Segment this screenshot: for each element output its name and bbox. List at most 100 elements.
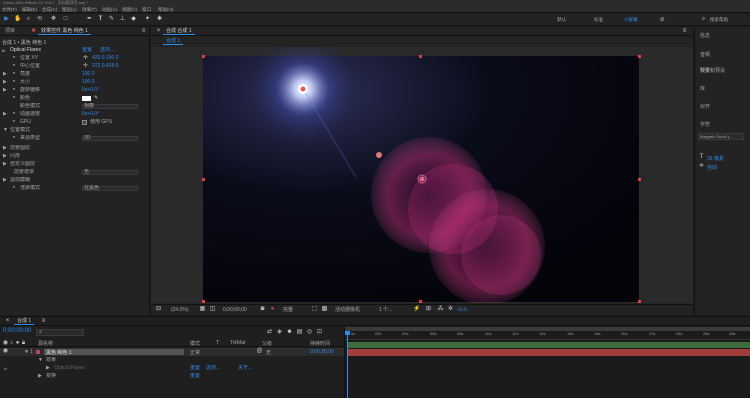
effect-row-flicker[interactable]: ▶ 闪烁: [0, 153, 150, 160]
property-value[interactable]: 100.0: [82, 79, 95, 86]
layer-track-bar[interactable]: [348, 349, 750, 356]
region-of-interest-icon[interactable]: ⬚: [311, 306, 318, 313]
workspace-standard[interactable]: 标准: [594, 17, 603, 23]
fast-preview-icon[interactable]: ⚡: [413, 306, 420, 313]
tab-effect-controls[interactable]: 效果控件 黑色 纯色 1: [38, 27, 91, 35]
options-link[interactable]: 选项...: [100, 47, 114, 54]
layer-name[interactable]: 黑色 纯色 1: [44, 349, 184, 356]
gpu-checkbox[interactable]: [82, 120, 87, 125]
column-source-name[interactable]: 源名称: [38, 340, 53, 347]
about-link[interactable]: 关于...: [238, 365, 252, 372]
font-family-dropdown[interactable]: Magneto Scroll (...: [698, 133, 744, 140]
zoom-dropdown[interactable]: (34.0%): [171, 305, 189, 315]
expand-arrow-icon[interactable]: ▶: [46, 365, 50, 372]
menu-view[interactable]: 视图(V): [122, 7, 137, 13]
playhead-handle[interactable]: [345, 331, 350, 335]
font-size-value[interactable]: 36 像素: [707, 155, 724, 162]
expand-arrow-icon[interactable]: ▶: [3, 87, 7, 94]
expand-arrow-icon[interactable]: ▶: [3, 153, 7, 160]
bounding-handle-tr[interactable]: [638, 55, 641, 58]
stopwatch-icon[interactable]: ◔: [10, 119, 17, 126]
bounding-handle-tl[interactable]: [202, 55, 205, 58]
column-mode[interactable]: 模式: [190, 340, 200, 347]
expand-arrow-icon[interactable]: ▶: [38, 373, 42, 380]
panel-item-effects-presets[interactable]: 效果和预设: [700, 67, 725, 74]
effect-row-optical-flares[interactable]: fx Optical Flares 重置 选项...: [0, 47, 150, 54]
color-swatch[interactable]: [82, 96, 91, 101]
bounding-handle-bc[interactable]: [419, 300, 422, 303]
visibility-icon[interactable]: ◉: [2, 348, 9, 355]
tab-project[interactable]: 项目: [2, 27, 18, 35]
expand-arrow-icon[interactable]: ▼: [3, 127, 8, 134]
grid-icon[interactable]: ▦: [199, 306, 206, 313]
pen-tool-icon[interactable]: ✒: [86, 16, 93, 23]
time-ruler[interactable]: 0s 02s 04s 06s 08s 10s 12s 14s 16s 18s 2…: [345, 331, 750, 340]
stopwatch-icon[interactable]: ◔: [10, 71, 17, 78]
comp-mini-flowchart-icon[interactable]: ⇄: [266, 329, 273, 336]
camera-orbit-tool-icon[interactable]: ⟲: [36, 16, 43, 23]
expand-arrow-icon[interactable]: ▼: [24, 349, 29, 355]
transparency-grid-icon[interactable]: ▩: [321, 306, 328, 313]
mask-visibility-icon[interactable]: ◫: [209, 306, 216, 313]
bounding-handle-ml[interactable]: [202, 178, 205, 181]
brush-tool-icon[interactable]: ✎: [108, 16, 115, 23]
selection-tool-icon[interactable]: ▶: [3, 16, 10, 23]
layer-sub-row-transform[interactable]: ▶ 变换 重置: [0, 373, 344, 380]
draft-3d-icon[interactable]: ◈: [276, 329, 283, 336]
roto-brush-tool-icon[interactable]: ✦: [144, 16, 151, 23]
layer-parent-dropdown[interactable]: 无: [266, 349, 271, 356]
effect-row-color[interactable]: ◔ 颜色 ✎: [0, 95, 150, 102]
motion-blur-icon[interactable]: ◎: [306, 329, 313, 336]
panel-item-audio[interactable]: 音频: [700, 51, 710, 58]
column-parent[interactable]: 父级: [262, 340, 272, 347]
menu-composition[interactable]: 合成(C): [42, 7, 57, 13]
panel-item-align[interactable]: 对齐: [700, 103, 710, 110]
close-icon[interactable]: ×: [155, 28, 162, 35]
effect-row-foreground-mask[interactable]: 前景遮罩 无: [0, 169, 150, 176]
menu-animation[interactable]: 动画(A): [102, 7, 117, 13]
stopwatch-icon[interactable]: ◔: [10, 55, 17, 62]
rectangle-tool-icon[interactable]: □: [62, 16, 69, 23]
camera-dropdown[interactable]: 活动摄像机: [335, 305, 360, 315]
eyedropper-icon[interactable]: ✎: [94, 95, 98, 102]
stopwatch-icon[interactable]: ◔: [10, 63, 17, 70]
bounding-handle-tc[interactable]: [419, 55, 422, 58]
stopwatch-icon[interactable]: ◔: [10, 135, 17, 142]
panel-item-info[interactable]: 信息: [700, 32, 710, 39]
bounding-handle-br[interactable]: [638, 300, 641, 303]
comp-canvas[interactable]: [151, 47, 693, 303]
reset-link[interactable]: 重置: [190, 365, 200, 372]
property-value[interactable]: 0x+0.0°: [82, 111, 99, 118]
views-dropdown[interactable]: 1 个...: [379, 305, 392, 315]
comp-viewer[interactable]: [151, 47, 693, 303]
resolution-dropdown[interactable]: 完整: [283, 305, 293, 315]
layer-sub-row-optical-flares[interactable]: fx ▶ Optical Flares 重置 选项... 关于...: [0, 365, 344, 372]
effect-row-color-mode[interactable]: 颜色模式 相乘: [0, 103, 150, 110]
search-help-input[interactable]: 搜索帮助: [710, 17, 728, 23]
workspace-library[interactable]: 库: [660, 17, 665, 23]
property-value[interactable]: 372.0,428.0: [92, 63, 118, 70]
leading-value[interactable]: 自动: [707, 164, 717, 171]
crosshair-icon[interactable]: ✛: [82, 55, 89, 62]
exposure-value[interactable]: +0.0: [457, 305, 467, 315]
timeline-search-input[interactable]: ⌕: [36, 329, 84, 336]
layer-mode-dropdown[interactable]: 正常: [190, 349, 200, 356]
parent-pickwhip-icon[interactable]: @: [256, 348, 263, 355]
column-t[interactable]: T: [216, 340, 219, 346]
layer-color-label[interactable]: [36, 350, 40, 354]
expand-arrow-icon[interactable]: ▶: [3, 177, 7, 184]
effect-row-motion-blur[interactable]: ▶ 运动模糊: [0, 177, 150, 184]
bounding-handle-mr[interactable]: [638, 178, 641, 181]
effect-row-position-xy[interactable]: ◔ 位置 XY ✛ 420.0,190.0: [0, 55, 150, 62]
effect-row-center-position[interactable]: ◔ 中心位置 ✛ 372.0,428.0: [0, 63, 150, 70]
effect-row-foreground-layer[interactable]: ▶ 前景图层: [0, 145, 150, 152]
timeline-current-time[interactable]: 0;00;00;00: [3, 328, 31, 334]
expand-arrow-icon[interactable]: ▶: [3, 71, 7, 78]
snapshot-icon[interactable]: ◙: [259, 306, 266, 313]
current-time[interactable]: 0;00;00;00: [223, 305, 247, 315]
column-trkmat[interactable]: TrkMat: [230, 340, 245, 346]
zoom-tool-icon[interactable]: ⌕: [25, 16, 32, 23]
frame-blending-icon[interactable]: ▤: [296, 329, 303, 336]
timeline-icon[interactable]: ⊞: [425, 306, 432, 313]
puppet-pin-tool-icon[interactable]: ✱: [156, 16, 163, 23]
